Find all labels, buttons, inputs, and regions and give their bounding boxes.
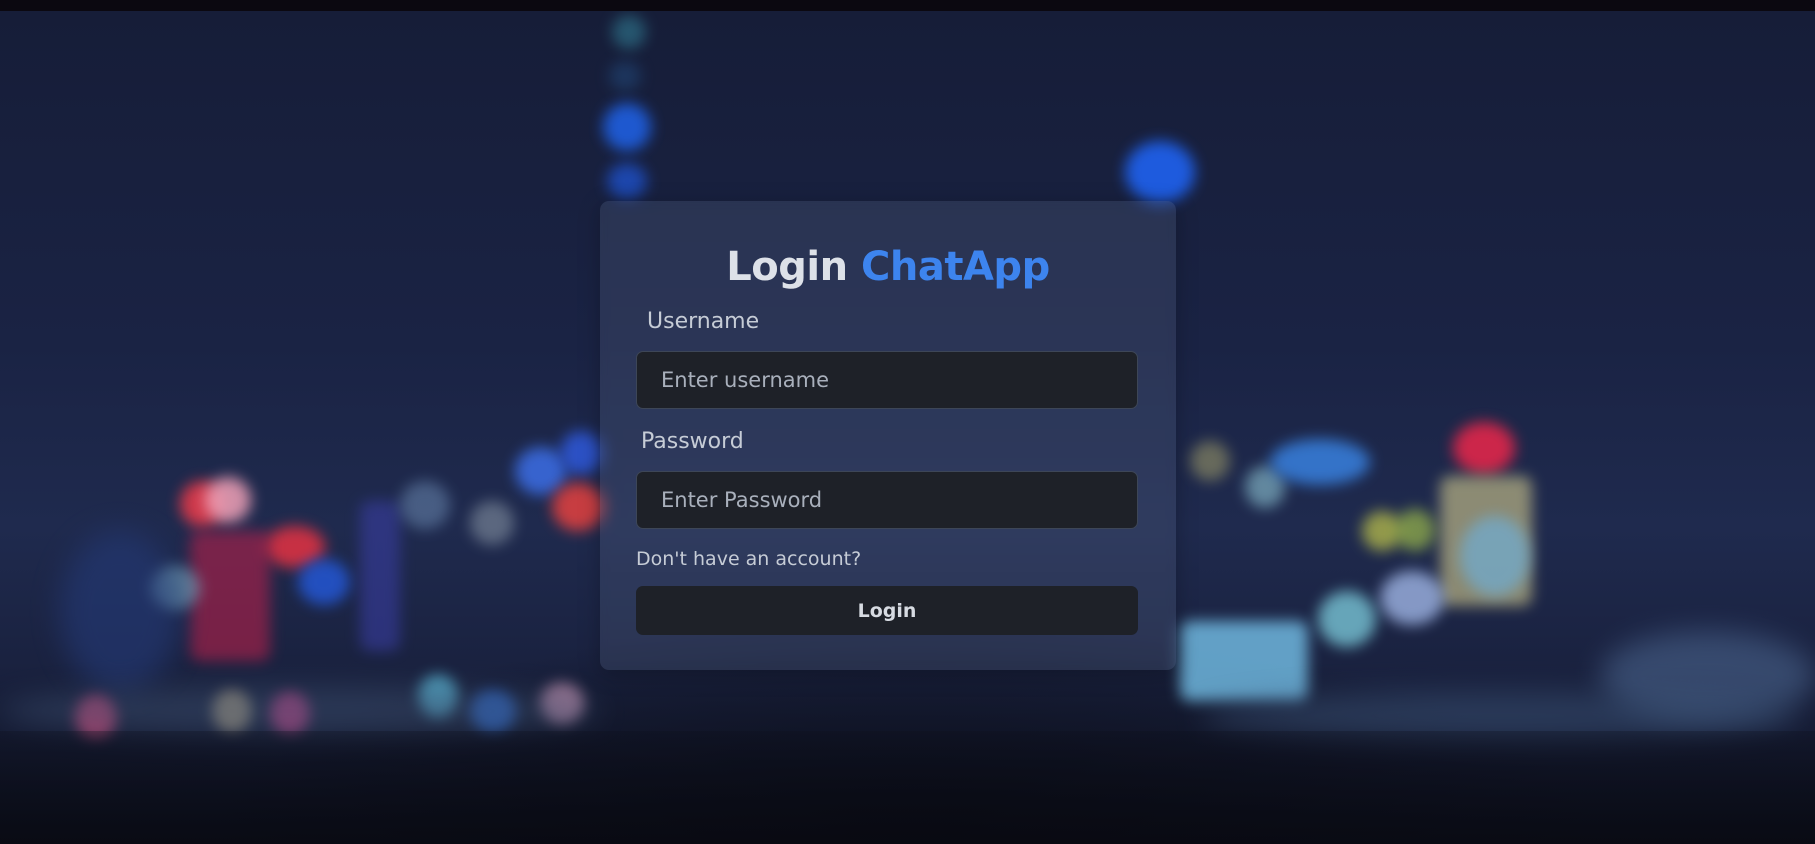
bokeh-light (603, 103, 651, 151)
login-page: Login ChatApp Username Password Don't ha… (0, 0, 1815, 844)
title-login-word: Login (726, 244, 848, 290)
bokeh-light (1453, 422, 1515, 474)
bokeh-light (1460, 516, 1530, 596)
water-reflection (0, 731, 1815, 844)
username-label: Username (647, 309, 760, 334)
bokeh-light (560, 431, 602, 475)
bokeh-light (298, 559, 350, 605)
username-input[interactable] (636, 351, 1138, 409)
bokeh-light (1318, 591, 1376, 647)
browser-top-bar (0, 0, 1815, 11)
bokeh-light (400, 481, 450, 529)
bokeh-light (360, 501, 400, 651)
login-button[interactable]: Login (636, 586, 1138, 635)
bokeh-light (1395, 509, 1435, 551)
bokeh-light (607, 163, 647, 199)
bokeh-light (552, 483, 604, 531)
bokeh-light (0, 686, 600, 736)
password-label: Password (641, 429, 744, 454)
bokeh-light (205, 477, 251, 523)
bokeh-light (1190, 441, 1230, 481)
bokeh-light (1180, 621, 1308, 701)
signup-link[interactable]: Don't have an account? (636, 545, 861, 573)
password-input[interactable] (636, 471, 1138, 529)
bokeh-light (1125, 141, 1195, 203)
bokeh-light (612, 15, 646, 49)
bokeh-light (470, 501, 514, 545)
bokeh-light (60, 531, 180, 691)
bokeh-light (1270, 439, 1370, 485)
bokeh-light (609, 61, 641, 91)
title-brand: ChatApp (861, 244, 1050, 290)
bokeh-light (1380, 571, 1444, 625)
bokeh-light (190, 531, 270, 661)
login-title: Login ChatApp (600, 239, 1176, 295)
login-card: Login ChatApp Username Password Don't ha… (600, 201, 1176, 670)
